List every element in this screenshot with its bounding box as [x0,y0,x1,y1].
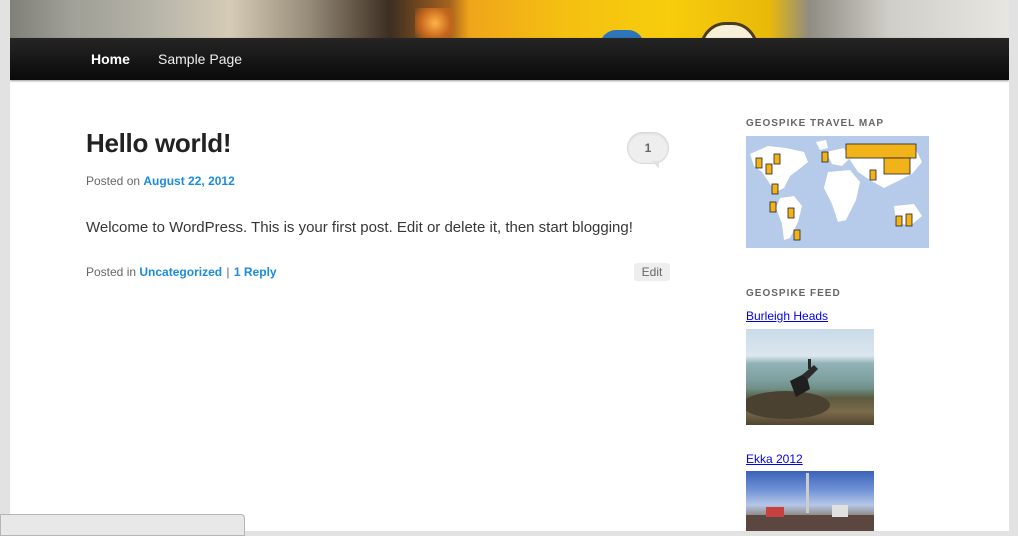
map-spike [895,215,903,227]
north-america-shape [750,146,808,192]
greenland-shape [816,140,828,150]
header-tram-light [600,30,644,38]
post-meta: Posted on August 22, 2012 [86,174,235,188]
map-spike-cluster [883,157,911,175]
comments-count: 1 [644,141,652,155]
post-content: Welcome to WordPress. This is your first… [86,219,633,236]
feed-item-ekka-2012[interactable]: Ekka 2012 [746,452,803,466]
footer-separator: | [226,265,230,279]
feed-widget-title: GEOSPIKE FEED [746,288,841,299]
post-date-link[interactable]: August 22, 2012 [143,174,234,188]
post-footer: Posted in Uncategorized | 1 Reply [86,265,277,279]
reply-link[interactable]: 1 Reply [234,265,277,279]
header-tram-lamp [700,22,758,38]
map-spike [905,213,913,227]
map-spike [755,157,763,169]
feed-photo-ekka-2012[interactable] [746,471,874,531]
map-spike [773,153,781,165]
map-spike [765,163,773,175]
map-spike [771,183,779,195]
posted-on-label: Posted on [86,174,141,188]
category-link[interactable]: Uncategorized [139,265,222,279]
header-window-glow [415,8,455,38]
travel-map[interactable] [746,136,929,248]
nav-item-home[interactable]: Home [91,38,130,80]
posted-in-label: Posted in [86,265,137,279]
travel-map-widget-title: GEOSPIKE TRAVEL MAP [746,118,885,129]
bubble-tail [652,161,659,169]
map-spike [821,151,829,163]
post-title[interactable]: Hello world! [86,128,231,159]
africa-shape [824,170,860,222]
map-spike [869,169,877,181]
main-navigation: Home Sample Page [10,38,1009,80]
bird-on-rock-graphic [746,359,830,419]
world-map-graphic [750,140,922,241]
map-spike [793,229,801,241]
page: Home Sample Page Hello world! 1 Posted o… [10,0,1009,531]
browser-status-bar [0,514,245,536]
feed-item-burleigh-heads[interactable]: Burleigh Heads [746,309,828,323]
map-spike [787,207,795,219]
feed-photo-burleigh-heads[interactable] [746,329,874,425]
ekka-crowd-graphic [746,473,874,531]
map-spike-cluster [845,143,917,159]
header-building-left [10,0,80,38]
edit-button[interactable]: Edit [634,263,670,281]
comments-count-bubble[interactable]: 1 [627,132,669,169]
map-spike [769,201,777,213]
header-image[interactable] [10,0,1009,38]
nav-item-sample-page[interactable]: Sample Page [158,38,242,80]
